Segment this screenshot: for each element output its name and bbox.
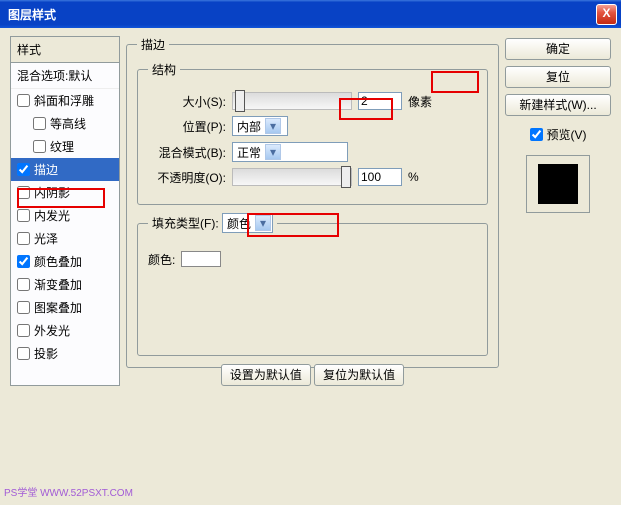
position-label: 位置(P): [148,118,226,135]
reset-default-button[interactable]: 复位为默认值 [314,364,404,386]
position-combo[interactable]: 内部▾ [232,116,288,136]
color-overlay-check[interactable] [17,255,30,268]
size-slider[interactable] [232,92,352,110]
make-default-button[interactable]: 设置为默认值 [221,364,311,386]
style-outer-glow[interactable]: 外发光 [11,319,119,342]
new-style-button[interactable]: 新建样式(W)... [505,94,611,116]
style-color-overlay[interactable]: 颜色叠加 [11,250,119,273]
opacity-thumb[interactable] [341,166,351,188]
styles-list: 样式 混合选项:默认 斜面和浮雕 等高线 纹理 描边 内阴影 内发光 光泽 颜色… [10,36,120,386]
style-satin[interactable]: 光泽 [11,227,119,250]
blend-options-default[interactable]: 混合选项:默认 [11,63,119,89]
ok-button[interactable]: 确定 [505,38,611,60]
dialog-body: 样式 混合选项:默认 斜面和浮雕 等高线 纹理 描边 内阴影 内发光 光泽 颜色… [0,28,621,476]
window-title: 图层样式 [8,6,596,23]
opacity-unit: % [408,170,419,184]
highlight-stroke [17,188,105,208]
bevel-check[interactable] [17,94,30,107]
style-bevel[interactable]: 斜面和浮雕 [11,89,119,112]
stroke-legend: 描边 [137,36,169,53]
structure-legend: 结构 [148,61,180,78]
satin-check[interactable] [17,232,30,245]
preview-checkbox-row[interactable]: 预览(V) [530,126,587,143]
chevron-down-icon: ▾ [265,118,281,134]
drop-shadow-check[interactable] [17,347,30,360]
highlight-color [247,213,339,237]
color-swatch[interactable] [181,251,221,267]
position-row: 位置(P): 内部▾ [148,116,477,136]
contour-check[interactable] [33,117,46,130]
pattern-overlay-check[interactable] [17,301,30,314]
gradient-overlay-check[interactable] [17,278,30,291]
style-stroke[interactable]: 描边 [11,158,119,181]
preview-box [526,155,590,213]
outer-glow-check[interactable] [17,324,30,337]
title-bar: 图层样式 X [0,0,621,28]
style-pattern-overlay[interactable]: 图案叠加 [11,296,119,319]
blend-row: 混合模式(B): 正常▾ [148,142,477,162]
size-unit: 像素 [408,93,432,110]
blend-label: 混合模式(B): [148,144,226,161]
highlight-size [431,71,479,93]
right-buttons: 确定 复位 新建样式(W)... 预览(V) [505,36,611,466]
settings-panel: 描边 结构 大小(S): 像素 位置(P): 内部▾ 混合模式(B): 正常▾ [126,36,499,466]
inner-glow-check[interactable] [17,209,30,222]
style-gradient-overlay[interactable]: 渐变叠加 [11,273,119,296]
style-contour[interactable]: 等高线 [11,112,119,135]
style-texture[interactable]: 纹理 [11,135,119,158]
size-thumb[interactable] [235,90,245,112]
color-row: 颜色: [148,247,477,337]
preview-swatch [538,164,578,204]
blend-combo[interactable]: 正常▾ [232,142,348,162]
opacity-label: 不透明度(O): [148,169,226,186]
cancel-button[interactable]: 复位 [505,66,611,88]
styles-header[interactable]: 样式 [11,37,119,63]
opacity-slider[interactable] [232,168,352,186]
size-row: 大小(S): 像素 [148,92,477,110]
watermark: PS学堂 WWW.52PSXT.COM [4,484,133,499]
defaults-row: 设置为默认值 复位为默认值 [137,364,488,386]
opacity-input[interactable] [358,168,402,186]
highlight-position [339,98,393,120]
texture-check[interactable] [33,140,46,153]
chevron-down-icon: ▾ [265,144,281,160]
size-label: 大小(S): [148,93,226,110]
color-label: 颜色: [148,251,175,268]
stroke-check[interactable] [17,163,30,176]
preview-check[interactable] [530,128,543,141]
style-drop-shadow[interactable]: 投影 [11,342,119,365]
opacity-row: 不透明度(O): % [148,168,477,186]
close-button[interactable]: X [596,4,617,25]
